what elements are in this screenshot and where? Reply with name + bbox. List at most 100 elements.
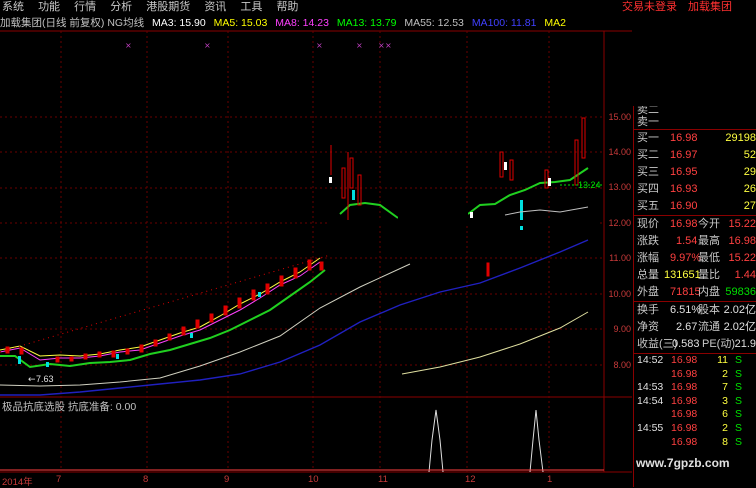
ma5-value: MA5: 15.03: [213, 17, 268, 29]
svg-text:←: ←: [28, 375, 36, 385]
stat-label: 股本: [698, 304, 720, 316]
bid-row[interactable]: 买三 16.95 29: [634, 164, 756, 181]
bid-row[interactable]: 买四 16.93 26: [634, 181, 756, 198]
menu-quote[interactable]: 行情: [74, 0, 96, 15]
svg-text:×: ×: [316, 41, 323, 50]
stat-value: 2.67: [676, 321, 698, 333]
menu-function[interactable]: 功能: [38, 0, 60, 15]
candles: [0, 117, 586, 367]
ma100-value: MA100: 11.81: [471, 17, 537, 29]
stat-value: 2.02亿: [723, 304, 756, 316]
menu-tools[interactable]: 工具: [240, 0, 262, 15]
price-axis: 15.00 14.00 13.00 12.00 11.00 10.00 9.00…: [605, 90, 633, 400]
date-axis: 2014年 7 8 9 10 11 12 1: [0, 472, 632, 488]
price-tick: 13.00: [608, 182, 631, 192]
menu-help[interactable]: 帮助: [276, 0, 298, 15]
bid-volume: 52: [743, 149, 756, 161]
stat-row: 涨幅 9.97% 最低 15.22: [634, 250, 756, 267]
quote-panel: 卖二 卖一 买一 16.98 29198 买二 16.97 52 买三 16.9…: [633, 106, 756, 487]
svg-text:×: ×: [385, 41, 392, 50]
stat-value: 16.98: [728, 235, 756, 247]
date-tick: 9: [224, 474, 230, 485]
tick-row: 14:55 16.98 2 S: [634, 422, 756, 436]
menu-analysis[interactable]: 分析: [110, 0, 132, 15]
tick-row: 16.98 6 S: [634, 408, 756, 422]
date-tick: 10: [308, 474, 319, 485]
tick-price: 16.98: [671, 354, 698, 366]
svg-text:×: ×: [204, 41, 211, 50]
stat-row: 涨跌 1.54 最高 16.98: [634, 233, 756, 250]
tick-row: 14:52 16.98 11 S: [634, 354, 756, 368]
stat-row: 现价 16.98 今开 15.22: [634, 216, 756, 233]
stat-value: 59836: [725, 286, 756, 298]
trade-login-link[interactable]: 交易未登录: [622, 0, 677, 15]
stock-name-link[interactable]: 加载集团: [688, 0, 732, 15]
tick-volume: 2: [722, 367, 728, 380]
sell-level-label: 卖一: [637, 116, 659, 128]
tick-row: 14:54 16.98 3 S: [634, 395, 756, 409]
bid-label: 买二: [637, 149, 659, 161]
stat-row: 收益(三) 0.583 PE(动) 21.9: [634, 336, 756, 353]
bid-label: 买三: [637, 166, 659, 178]
chart-title: 加载集团(日线 前复权) NG均线: [0, 17, 145, 29]
date-tick: 8: [143, 474, 149, 485]
menu-hk-futures[interactable]: 港股期货: [146, 0, 190, 15]
price-tick: 8.00: [613, 360, 631, 370]
bid-row[interactable]: 买一 16.98 29198: [634, 130, 756, 147]
tick-volume: 11: [717, 354, 728, 366]
low-marker: ←: [28, 375, 36, 385]
tick-time: 14:54: [637, 394, 664, 407]
menu-news[interactable]: 资讯: [204, 0, 226, 15]
bid-row[interactable]: 买五 16.90 27: [634, 198, 756, 215]
price-tick: 12.00: [608, 218, 631, 228]
stat-value: 15.22: [728, 252, 756, 264]
stat-label: 涨幅: [637, 252, 659, 264]
tick-side: S: [734, 381, 742, 394]
tick-price: 16.98: [671, 381, 698, 394]
tick-volume: 3: [722, 394, 728, 407]
bid-volume: 27: [743, 200, 756, 212]
tick-row: 16.98 2 S: [634, 368, 756, 382]
stat-label: 最高: [698, 235, 720, 247]
stat-label: 外盘: [637, 286, 659, 298]
stat-value: 21.9: [734, 338, 756, 350]
stat-label: 涨跌: [637, 235, 659, 247]
bid-row[interactable]: 买二 16.97 52: [634, 147, 756, 164]
bid-price: 16.90: [670, 200, 698, 212]
stat-label: PE(动): [702, 338, 735, 350]
stat-value: 0.583: [672, 338, 700, 350]
ma-legend: 加载集团(日线 前复权) NG均线 MA3: 15.90 MA5: 15.03 …: [0, 15, 632, 31]
indicator-label: 极品抗底选股 抗底准备: 0.00: [2, 401, 137, 413]
sell-level-label: 卖二: [637, 106, 659, 115]
watermark: www.7gpzb.com: [636, 456, 730, 470]
svg-text:×: ×: [125, 41, 132, 50]
price-tag: 13.24: [578, 180, 601, 190]
stat-label: 换手: [637, 304, 659, 316]
stat-value: 71815: [670, 286, 701, 298]
tick-row: 16.98 8 S: [634, 436, 756, 450]
date-tick: 7: [56, 474, 62, 485]
price-tick: 11.00: [609, 253, 631, 263]
svg-text:×: ×: [356, 41, 363, 50]
tick-side: S: [734, 354, 742, 366]
signal-markers: × × × × × ×: [125, 41, 392, 50]
stat-label: 总量: [637, 269, 659, 281]
menu-system[interactable]: 系统: [2, 0, 24, 15]
stat-row: 净资 2.67 流通 2.02亿: [634, 319, 756, 336]
bid-label: 买一: [637, 132, 659, 144]
bid-volume: 29: [743, 166, 756, 178]
stat-row: 换手 6.51% 股本 2.02亿: [634, 302, 756, 319]
stat-row: 总量 131651 量比 1.44: [634, 267, 756, 284]
bid-price: 16.98: [670, 132, 698, 144]
stat-value: 16.98: [670, 218, 698, 230]
stat-value: 131651: [664, 269, 701, 281]
stat-row: 外盘 71815 内盘 59836: [634, 284, 756, 301]
svg-text:×: ×: [378, 41, 385, 50]
stat-label: 现价: [637, 218, 659, 230]
stat-value: 1.54: [676, 235, 698, 247]
stat-label: 内盘: [698, 286, 720, 298]
date-tick: 2014年: [2, 477, 33, 488]
stat-label: 流通: [698, 321, 720, 333]
price-tick: 14.00: [608, 147, 631, 157]
stat-label: 净资: [637, 321, 659, 333]
